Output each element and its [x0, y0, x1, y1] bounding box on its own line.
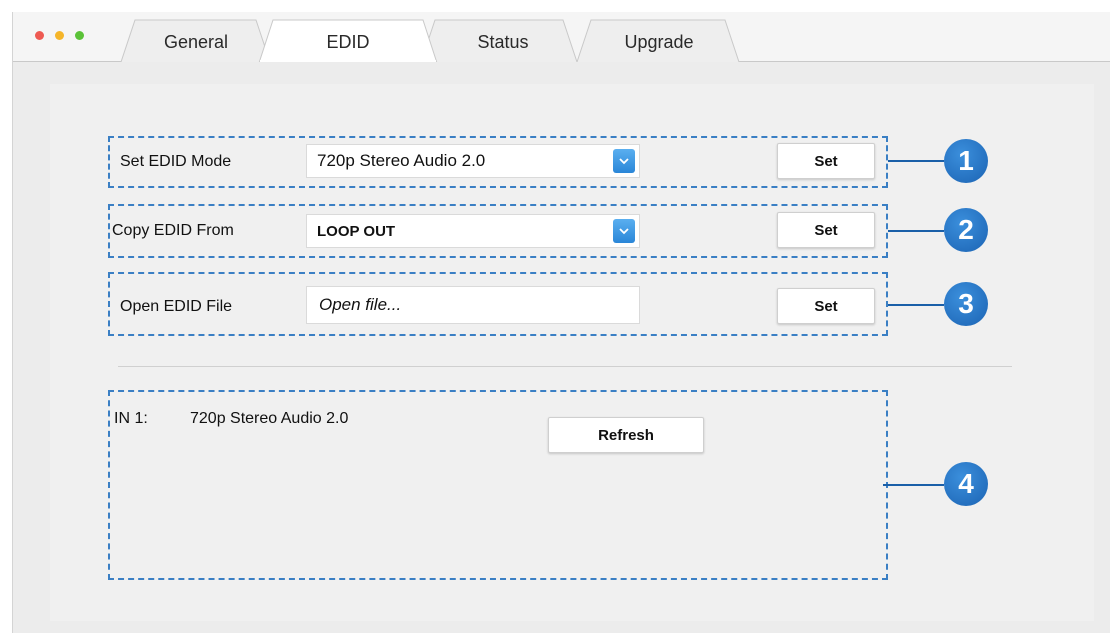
- refresh-button[interactable]: Refresh: [548, 417, 704, 453]
- chevron-down-icon[interactable]: [613, 149, 635, 173]
- tab-edid[interactable]: EDID: [326, 32, 369, 53]
- callout-badge-1: 1: [944, 139, 988, 183]
- callout-line-3: [888, 304, 944, 306]
- input-port-label: IN 1:: [114, 410, 148, 427]
- edid-mode-dropdown[interactable]: 720p Stereo Audio 2.0: [306, 144, 640, 178]
- callout-badge-3: 3: [944, 282, 988, 326]
- copy-edid-value: LOOP OUT: [317, 222, 396, 240]
- edid-mode-value: 720p Stereo Audio 2.0: [317, 151, 486, 170]
- tab-upgrade[interactable]: Upgrade: [624, 32, 693, 53]
- set-edid-mode-label: Set EDID Mode: [120, 153, 232, 170]
- set-edid-mode-button[interactable]: Set: [777, 143, 875, 179]
- callout-line-2: [888, 230, 944, 232]
- copy-edid-label: Copy EDID From: [112, 222, 234, 239]
- open-edid-file-label: Open EDID File: [120, 298, 233, 315]
- title-bar: General EDID Status Upgrade: [13, 12, 1110, 62]
- section-divider: [118, 366, 1012, 367]
- callout-badge-2: 2: [944, 208, 988, 252]
- copy-edid-dropdown[interactable]: LOOP OUT: [306, 214, 640, 248]
- open-file-placeholder: Open file...: [319, 295, 402, 314]
- open-file-input[interactable]: Open file...: [306, 286, 640, 324]
- input-edid-value: 720p Stereo Audio 2.0: [190, 410, 349, 427]
- tab-status[interactable]: Status: [477, 32, 528, 53]
- callout-line-1: [888, 160, 944, 162]
- copy-edid-set-button[interactable]: Set: [777, 212, 875, 248]
- tab-general[interactable]: General: [164, 32, 228, 53]
- chevron-down-icon[interactable]: [613, 219, 635, 243]
- callout-line-4: [883, 484, 944, 486]
- open-edid-file-set-button[interactable]: Set: [777, 288, 875, 324]
- callout-badge-4: 4: [944, 462, 988, 506]
